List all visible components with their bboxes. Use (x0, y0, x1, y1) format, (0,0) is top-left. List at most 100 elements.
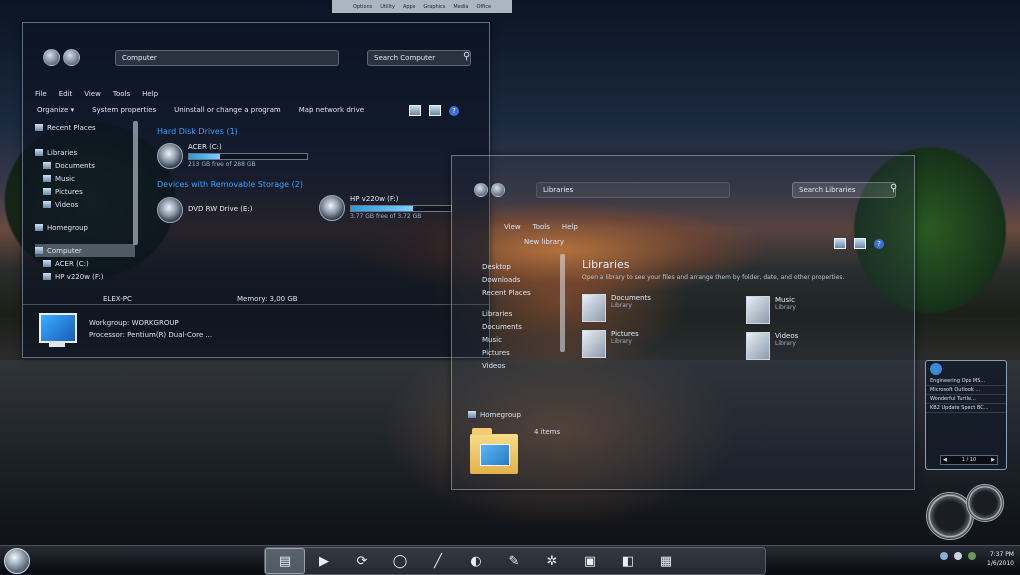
nav-item-pictures[interactable]: Pictures (482, 346, 562, 359)
map-network-drive-button[interactable]: Map network drive (299, 106, 364, 114)
edit-icon[interactable]: ✎ (495, 549, 533, 573)
nav-item-music[interactable]: Music (482, 333, 562, 346)
clock[interactable]: 7:37 PM 1/6/2010 (987, 550, 1014, 568)
nav-scrollbar[interactable] (560, 254, 565, 352)
new-library-button[interactable]: New library (524, 238, 564, 246)
menu-help[interactable]: Help (142, 90, 158, 98)
nav-item-recent-places[interactable]: Recent Places (35, 121, 135, 134)
media-player-icon[interactable]: ▶ (305, 549, 343, 573)
strip-item[interactable]: Graphics (423, 4, 445, 10)
nav-scrollbar[interactable] (133, 121, 138, 245)
nav-label: Music (482, 335, 502, 344)
search-input[interactable]: Search Libraries (792, 182, 896, 198)
uninstall-button[interactable]: Uninstall or change a program (174, 106, 281, 114)
titlebar[interactable] (23, 23, 489, 41)
help-icon[interactable]: ? (874, 238, 884, 249)
preview-pane-icon[interactable] (429, 105, 441, 116)
menu-tools[interactable]: Tools (533, 223, 550, 231)
computer-name: ELEX-PC (103, 295, 132, 303)
help-icon[interactable]: ? (449, 105, 459, 116)
drive-f[interactable]: HP v220w (F:) 3.77 GB free of 3.72 GB (319, 195, 452, 221)
library-name: Videos (775, 332, 799, 340)
library-pictures[interactable]: Pictures Library (582, 330, 639, 358)
nav-item-music[interactable]: Music (35, 172, 135, 185)
power-tray-icon[interactable] (968, 552, 976, 560)
photo-icon[interactable]: ▣ (571, 549, 609, 573)
nav-item-drive-c[interactable]: ACER (C:) (35, 257, 135, 270)
feed-item[interactable]: Microsoft Outlook ... (926, 386, 1006, 395)
nav-item-pictures[interactable]: Pictures (35, 185, 135, 198)
next-icon[interactable]: ▶ (991, 457, 995, 463)
opera-icon[interactable]: ◯ (381, 549, 419, 573)
homegroup-icon (35, 224, 43, 231)
back-button[interactable] (43, 49, 60, 66)
navigation-pane: Recent Places Libraries Documents Music … (35, 121, 135, 283)
search-icon[interactable]: ⚲ (463, 51, 470, 62)
nav-item-homegroup[interactable]: Homegroup (468, 408, 521, 421)
menu-help[interactable]: Help (562, 223, 578, 231)
drive-e[interactable]: DVD RW Drive (E:) (157, 197, 253, 223)
menu-view[interactable]: View (504, 223, 521, 231)
preview-pane-icon[interactable] (854, 238, 866, 249)
system-properties-button[interactable]: System properties (92, 106, 156, 114)
back-button[interactable] (474, 183, 488, 197)
menu-file[interactable]: File (35, 90, 47, 98)
video-icon[interactable]: ◧ (609, 549, 647, 573)
hdd-section-title[interactable]: Hard Disk Drives (1) (157, 127, 238, 136)
nav-item-libraries[interactable]: Libraries (35, 146, 135, 159)
address-bar[interactable]: Libraries (536, 182, 730, 198)
organize-button[interactable]: Organize ▾ (37, 106, 74, 114)
network-icon[interactable]: ◐ (457, 549, 495, 573)
feed-header (926, 361, 1006, 377)
strip-item[interactable]: Office (476, 4, 491, 10)
nav-item-homegroup[interactable]: Homegroup (35, 221, 135, 234)
explorer-icon[interactable]: ▤ (265, 548, 305, 574)
start-button[interactable] (4, 548, 30, 574)
computer-window: Computer Search Computer ⚲ File Edit Vie… (22, 22, 490, 358)
nav-item-recent-places[interactable]: Recent Places (482, 286, 562, 299)
menu-edit[interactable]: Edit (59, 90, 73, 98)
nav-item-documents[interactable]: Documents (482, 320, 562, 333)
nav-item-downloads[interactable]: Downloads (482, 273, 562, 286)
library-documents[interactable]: Documents Library (582, 294, 651, 322)
views-icon[interactable] (409, 105, 421, 116)
removable-drive-icon (319, 195, 345, 221)
strip-item[interactable]: Options (353, 4, 372, 10)
settings-icon[interactable]: ✲ (533, 549, 571, 573)
pen-icon[interactable]: ╱ (419, 549, 457, 573)
nav-item-drive-f[interactable]: HP v220w (F:) (35, 270, 135, 283)
address-bar[interactable]: Computer (115, 50, 339, 66)
recent-places-icon (35, 124, 43, 131)
nav-item-libraries[interactable]: Libraries (482, 307, 562, 320)
titlebar[interactable] (452, 156, 914, 174)
nav-item-documents[interactable]: Documents (35, 159, 135, 172)
views-icon[interactable] (834, 238, 846, 249)
strip-item[interactable]: Media (453, 4, 468, 10)
search-input[interactable]: Search Computer (367, 50, 471, 66)
feed-item[interactable]: Engineering Ops MS... (926, 377, 1006, 386)
previous-icon[interactable]: ◀ (943, 457, 947, 463)
nav-item-videos[interactable]: Videos (482, 359, 562, 372)
search-icon[interactable]: ⚲ (890, 183, 897, 194)
library-videos[interactable]: Videos Library (746, 332, 798, 360)
strip-item[interactable]: Utility (380, 4, 395, 10)
forward-button[interactable] (491, 183, 505, 197)
nav-item-computer[interactable]: Computer (35, 244, 135, 257)
nav-item-desktop[interactable]: Desktop (482, 260, 562, 273)
volume-tray-icon[interactable] (954, 552, 962, 560)
network-tray-icon[interactable] (940, 552, 948, 560)
menu-tools[interactable]: Tools (113, 90, 130, 98)
drive-c[interactable]: ACER (C:) 213 GB free of 288 GB (157, 143, 308, 169)
feed-item[interactable]: KB2 Update Spect BC... (926, 404, 1006, 413)
removable-section-title[interactable]: Devices with Removable Storage (2) (157, 180, 303, 189)
tools-icon[interactable]: ▦ (647, 549, 685, 573)
library-music[interactable]: Music Library (746, 296, 796, 324)
strip-item[interactable]: Apps (403, 4, 415, 10)
libraries-window: Libraries Search Libraries ⚲ View Tools … (451, 155, 915, 490)
nav-item-videos[interactable]: Videos (35, 198, 135, 211)
refresh-icon[interactable]: ⟳ (343, 549, 381, 573)
forward-button[interactable] (63, 49, 80, 66)
feed-item[interactable]: Wonderful Turtle... (926, 395, 1006, 404)
menu-view[interactable]: View (84, 90, 101, 98)
